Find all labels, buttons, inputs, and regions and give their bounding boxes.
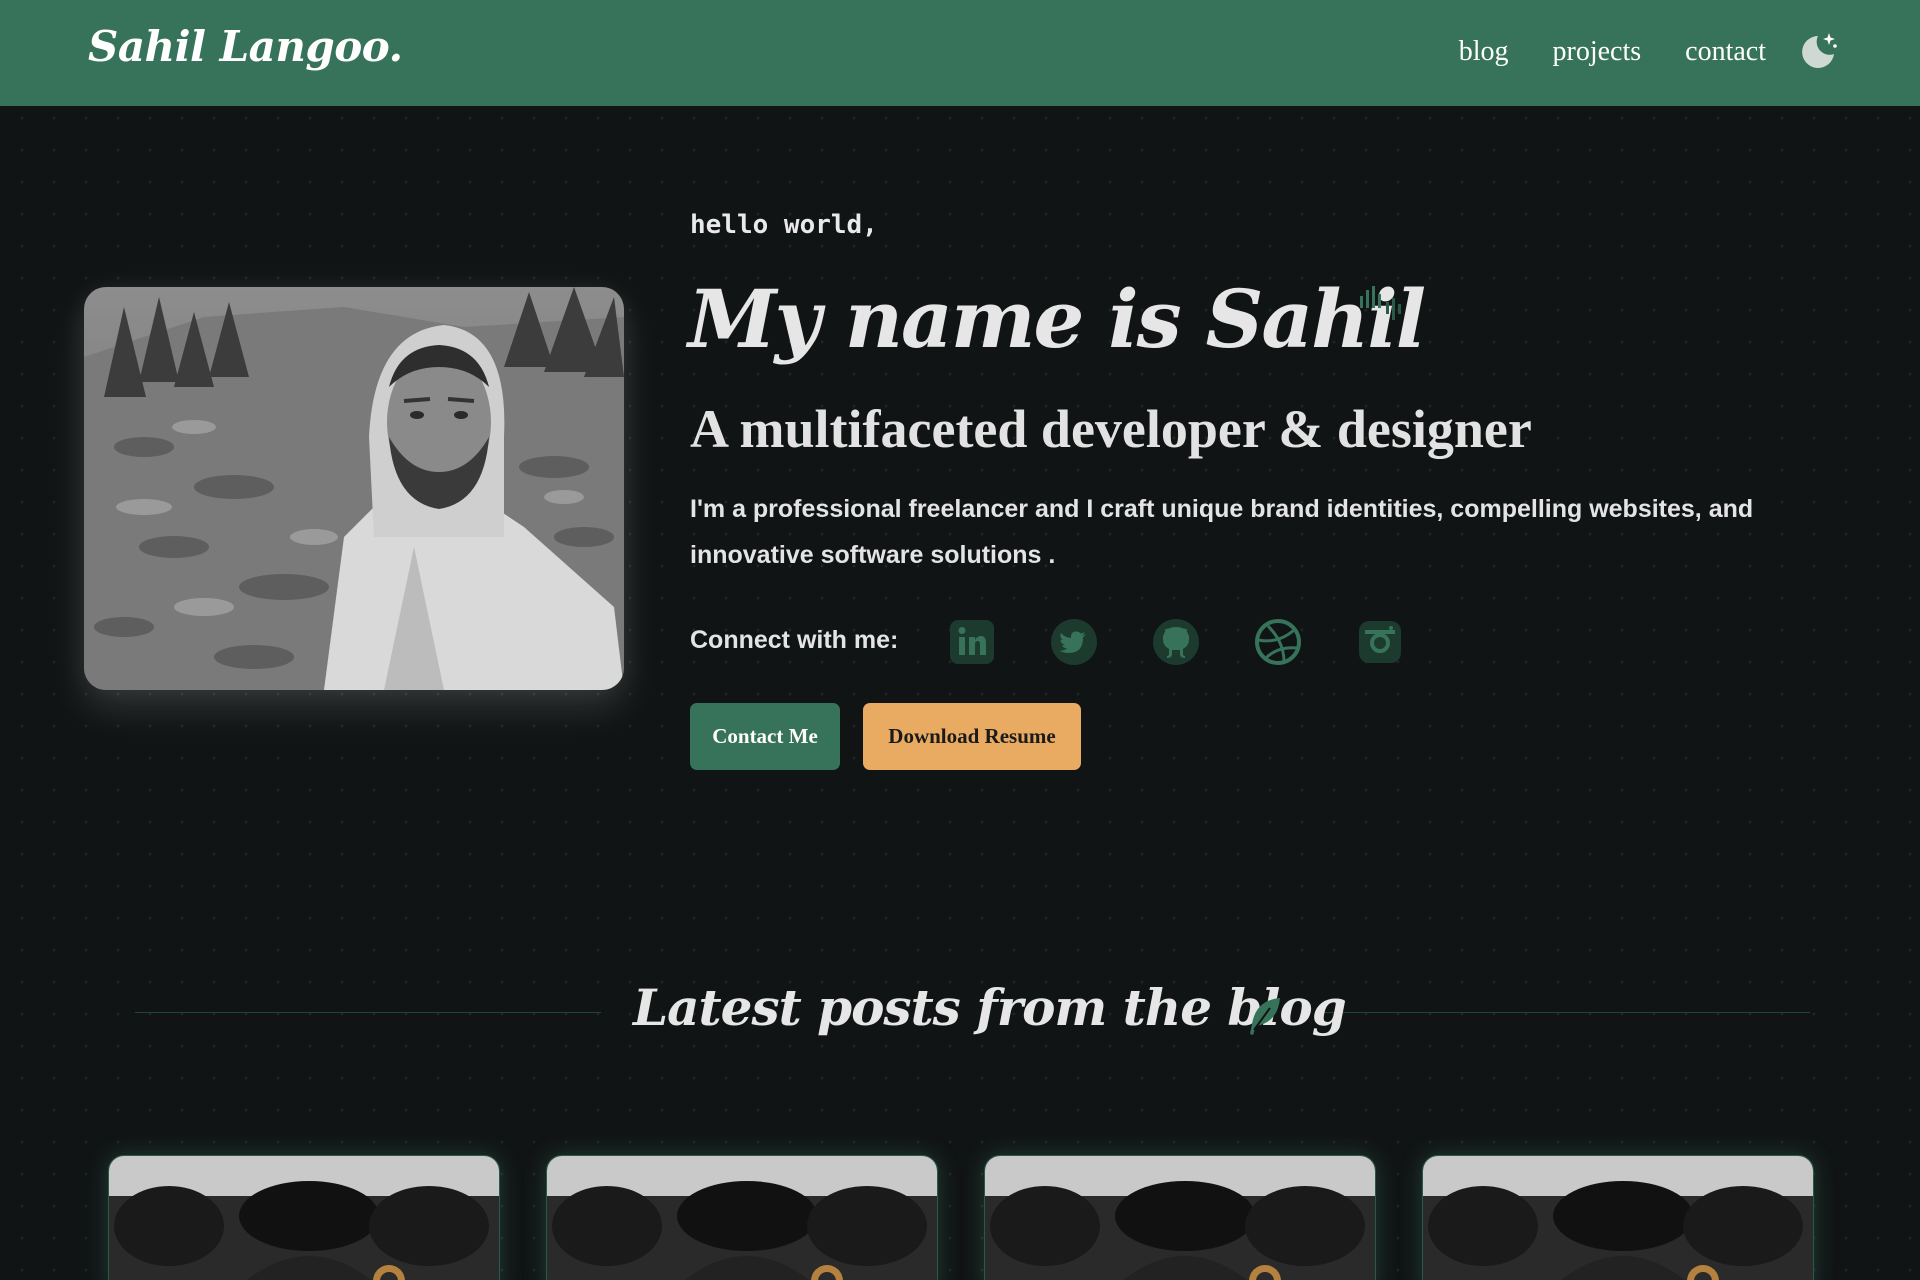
linkedin-icon[interactable] [948,618,996,666]
nav-link-blog[interactable]: blog [1459,36,1509,68]
blog-card[interactable] [108,1155,500,1280]
hero-title: My name is Sahil [688,272,1426,366]
blog-card-thumbnail [1423,1156,1813,1280]
moon-stars-icon [1802,33,1837,68]
nav-link-projects[interactable]: projects [1553,36,1642,68]
blog-card[interactable] [1422,1155,1814,1280]
download-resume-button[interactable]: Download Resume [863,703,1081,770]
nav-link-contact[interactable]: contact [1685,36,1766,68]
blog-card-thumbnail [985,1156,1375,1280]
nav-links: blog projects contact [1459,36,1766,68]
divider-left [135,1012,601,1013]
blog-card-thumbnail [547,1156,937,1280]
contact-me-button[interactable]: Contact Me [690,703,840,770]
brand-logo[interactable]: Sahil Langoo. [88,22,403,71]
instagram-icon[interactable] [1356,618,1404,666]
blog-section-heading: Latest posts from the blog [633,978,1347,1037]
profile-photo [84,287,624,690]
github-icon[interactable] [1152,618,1200,666]
blog-card-thumbnail [109,1156,499,1280]
sound-wave-icon [1360,286,1401,320]
social-links [948,618,1404,666]
feather-icon [1250,998,1280,1035]
greeting-text: hello world, [690,210,878,240]
connect-label: Connect with me: [690,626,899,654]
dribbble-icon[interactable] [1254,618,1302,666]
top-navbar: Sahil Langoo. blog projects contact [0,0,1920,106]
blog-card[interactable] [546,1155,938,1280]
hero-description: I'm a professional freelancer and I craf… [690,495,1754,569]
twitter-icon[interactable] [1050,618,1098,666]
theme-toggle-button[interactable] [1796,30,1840,74]
blog-card[interactable] [984,1155,1376,1280]
hero-subtitle: A multifaceted developer & designer [690,399,1532,459]
divider-right [1320,1012,1810,1013]
